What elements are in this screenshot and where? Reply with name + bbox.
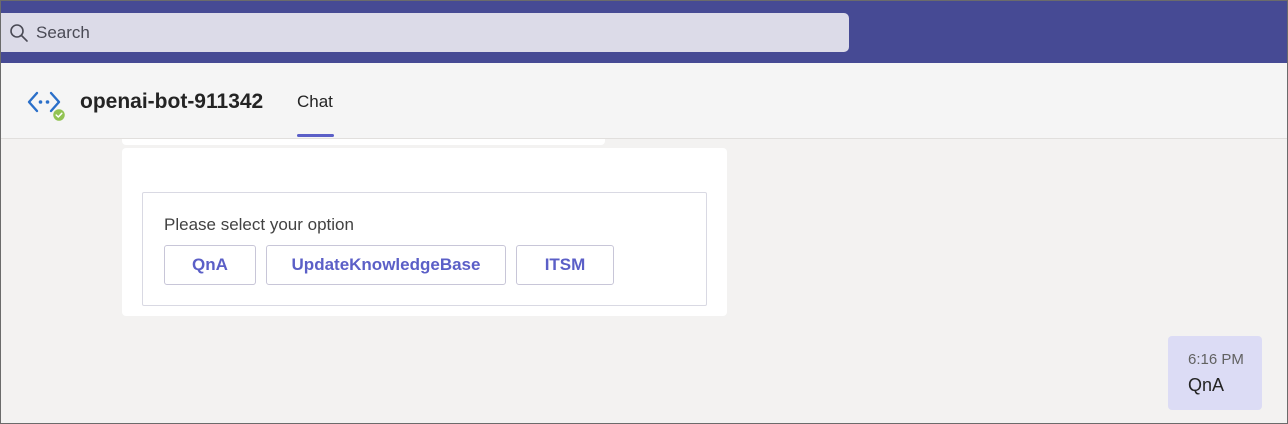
message-timestamp: 6:16 PM <box>1188 351 1244 368</box>
itsm-button[interactable]: ITSM <box>516 245 614 285</box>
message-text: QnA <box>1188 375 1225 395</box>
chat-header: openai-bot-911342 Chat <box>1 63 1287 139</box>
previous-message-card <box>122 139 605 145</box>
bot-name: openai-bot-911342 <box>80 90 264 113</box>
search-placeholder: Search <box>36 22 90 42</box>
card-prompt: Please select your option <box>164 215 354 234</box>
active-tab-indicator <box>297 134 334 137</box>
search-input[interactable]: Search <box>1 13 849 52</box>
available-status-icon <box>51 107 65 123</box>
user-message-bubble[interactable]: 6:16 PM QnA <box>1168 336 1262 410</box>
top-bar: Search <box>1 1 1287 63</box>
adaptive-card: Please select your option QnA UpdateKnow… <box>122 148 727 316</box>
search-icon <box>10 23 28 42</box>
tab-chat[interactable]: Chat <box>297 92 333 112</box>
update-knowledge-base-button[interactable]: UpdateKnowledgeBase <box>266 245 506 285</box>
qna-button[interactable]: QnA <box>164 245 256 285</box>
bot-avatar-icon <box>27 91 65 123</box>
option-container: Please select your option QnA UpdateKnow… <box>142 192 707 306</box>
